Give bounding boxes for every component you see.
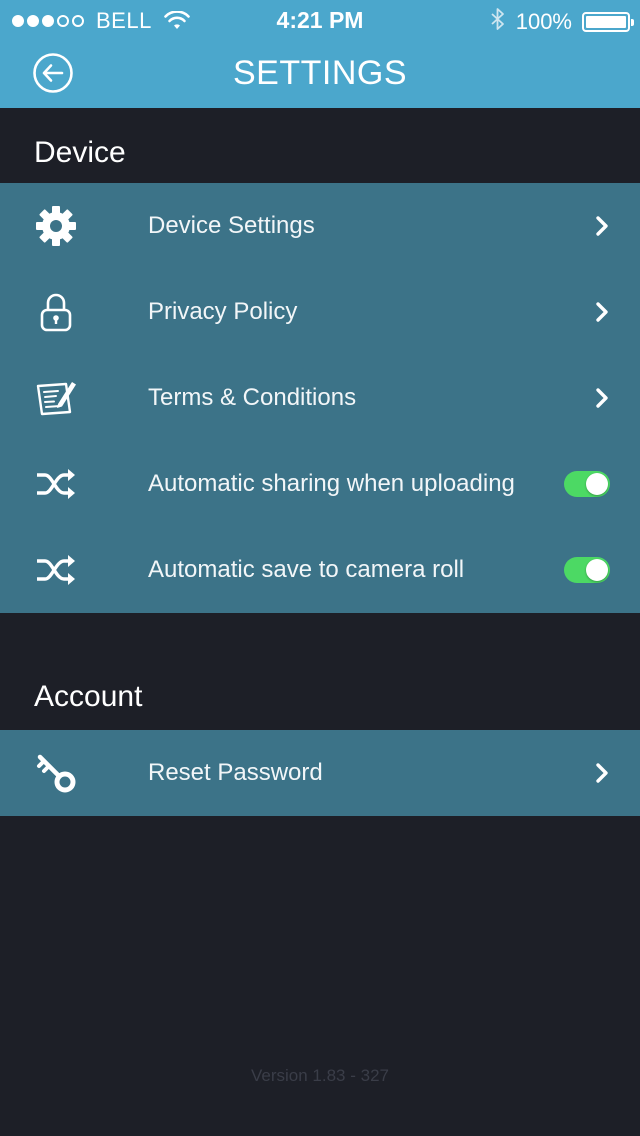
row-label: Terms & Conditions bbox=[148, 384, 357, 411]
chevron-right-icon bbox=[596, 302, 608, 322]
auto-save-toggle[interactable] bbox=[564, 557, 610, 583]
row-label: Reset Password bbox=[148, 759, 323, 786]
key-icon bbox=[34, 751, 78, 795]
app-version: Version 1.83 - 327 bbox=[251, 1066, 389, 1085]
status-bar: BELL 4:21 PM 100% bbox=[0, 0, 640, 40]
row-label: Automatic sharing when uploading bbox=[148, 470, 515, 497]
row-terms-conditions[interactable]: Terms & Conditions bbox=[0, 355, 640, 441]
row-auto-share: Automatic sharing when uploading bbox=[0, 441, 640, 527]
document-edit-icon bbox=[34, 376, 78, 420]
account-settings-group: Reset Password bbox=[0, 730, 640, 816]
auto-share-toggle[interactable] bbox=[564, 471, 610, 497]
shuffle-icon bbox=[34, 462, 78, 506]
chevron-right-icon bbox=[596, 763, 608, 783]
gear-icon bbox=[34, 204, 78, 248]
row-auto-save: Automatic save to camera roll bbox=[0, 527, 640, 613]
row-privacy-policy[interactable]: Privacy Policy bbox=[0, 269, 640, 355]
device-settings-group: Device Settings Privacy Policy Terms & C… bbox=[0, 183, 640, 613]
shuffle-icon bbox=[34, 548, 78, 592]
row-label: Privacy Policy bbox=[148, 298, 298, 325]
battery-icon bbox=[582, 12, 634, 32]
lock-icon bbox=[34, 290, 78, 334]
chevron-right-icon bbox=[596, 388, 608, 408]
row-reset-password[interactable]: Reset Password bbox=[0, 730, 640, 816]
section-title-device: Device bbox=[34, 136, 126, 169]
row-label: Device Settings bbox=[148, 212, 315, 239]
row-label: Automatic save to camera roll bbox=[148, 556, 465, 583]
bluetooth-icon bbox=[490, 7, 506, 37]
row-device-settings[interactable]: Device Settings bbox=[0, 183, 640, 269]
app-header: BELL 4:21 PM 100% SETTINGS bbox=[0, 0, 640, 108]
chevron-right-icon bbox=[596, 216, 608, 236]
toggle-knob bbox=[586, 559, 608, 581]
section-title-account: Account bbox=[34, 680, 143, 713]
page-title: SETTINGS bbox=[232, 54, 408, 92]
battery-percent: 100% bbox=[515, 9, 572, 34]
toggle-knob bbox=[586, 473, 608, 495]
status-right: 100% bbox=[490, 7, 634, 37]
